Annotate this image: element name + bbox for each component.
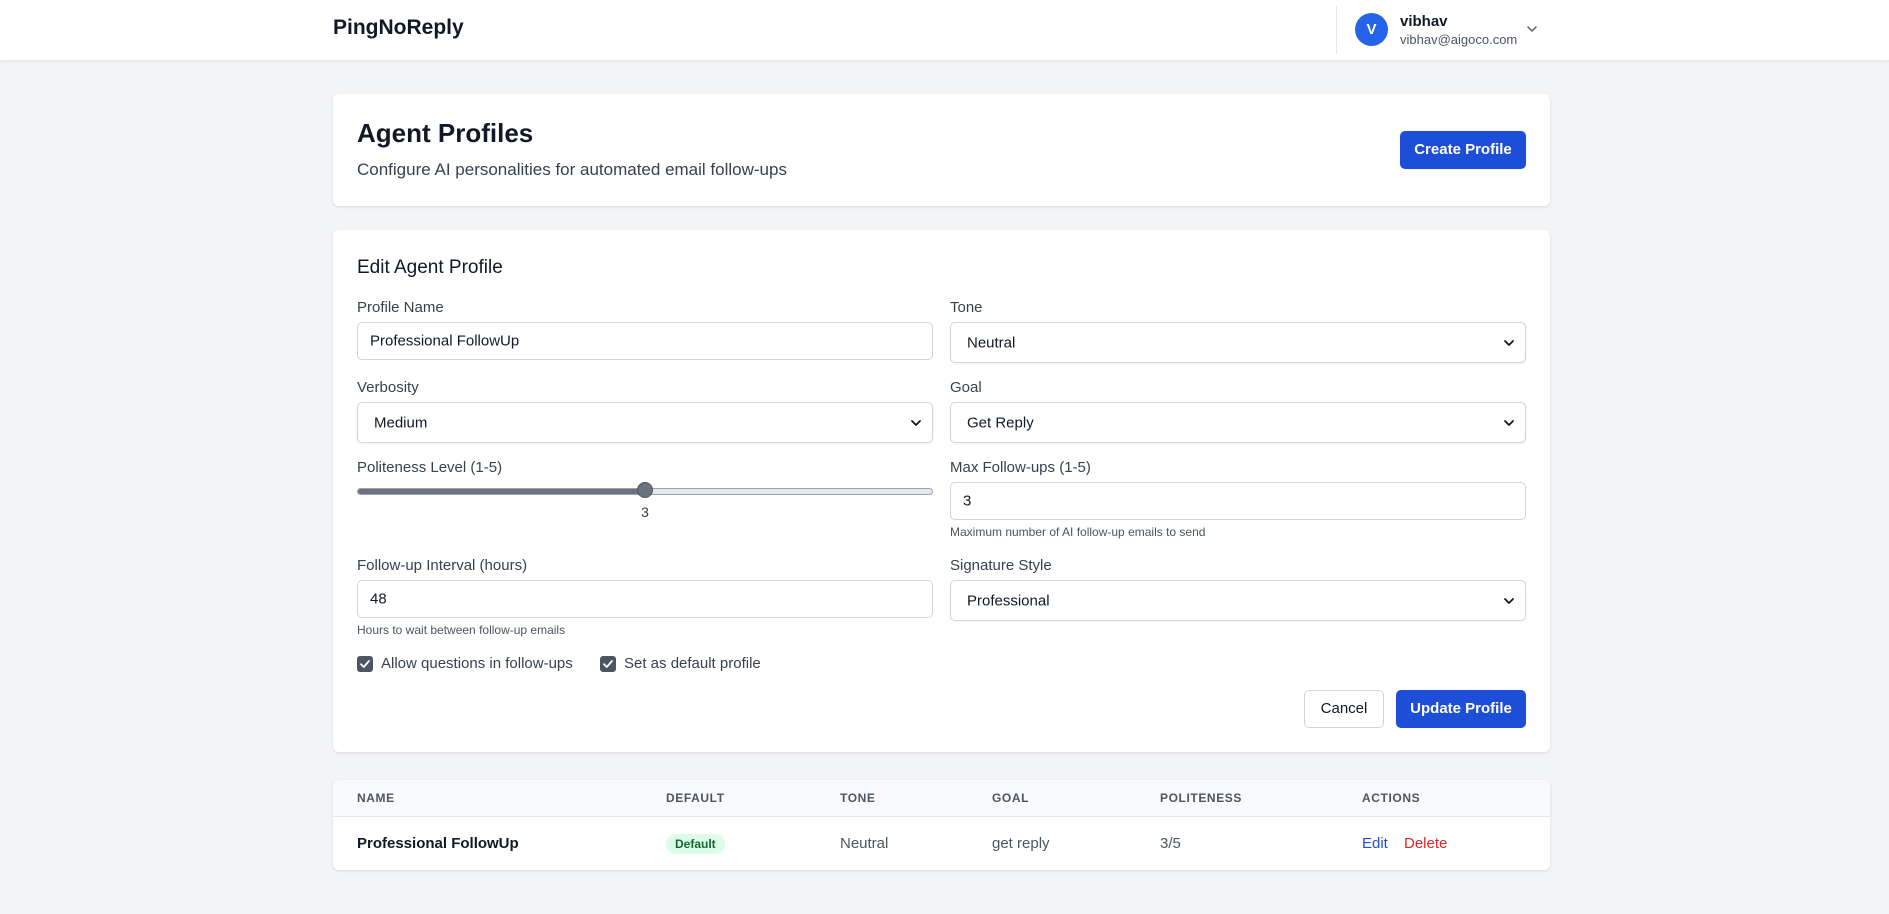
tone-label: Tone <box>950 299 983 316</box>
column-header-tone: TONE <box>840 791 876 805</box>
row-goal: get reply <box>992 835 1050 852</box>
signature-value: Professional <box>967 592 1050 609</box>
verbosity-select[interactable]: Medium <box>357 402 933 443</box>
max-followups-help: Maximum number of AI follow-up emails to… <box>950 525 1206 539</box>
column-header-politeness: POLITENESS <box>1160 791 1243 805</box>
politeness-slider-handle[interactable] <box>637 482 653 498</box>
interval-label: Follow-up Interval (hours) <box>357 557 528 574</box>
delete-link[interactable]: Delete <box>1404 835 1447 852</box>
form-title: Edit Agent Profile <box>357 257 503 278</box>
tone-value: Neutral <box>967 334 1016 351</box>
set-default-checkbox[interactable] <box>600 656 616 672</box>
tone-select[interactable]: Neutral <box>950 322 1526 363</box>
page-subtitle: Configure AI personalities for automated… <box>357 160 787 179</box>
max-followups-label: Max Follow-ups (1-5) <box>950 459 1091 476</box>
user-name: vibhav <box>1400 13 1448 30</box>
column-header-default: DEFAULT <box>666 791 725 805</box>
edit-link[interactable]: Edit <box>1362 835 1388 852</box>
chevron-down-icon <box>1504 419 1514 426</box>
chevron-down-icon <box>1504 597 1514 604</box>
profile-name-input[interactable]: Professional FollowUp <box>357 322 933 360</box>
profile-name-value: Professional FollowUp <box>370 332 520 350</box>
goal-select[interactable]: Get Reply <box>950 402 1526 443</box>
politeness-value: 3 <box>641 504 649 520</box>
politeness-label: Politeness Level (1-5) <box>357 459 503 476</box>
column-header-name: NAME <box>357 791 395 805</box>
column-header-actions: ACTIONS <box>1362 791 1421 805</box>
goal-value: Get Reply <box>967 414 1034 431</box>
edit-profile-form: Edit Agent Profile Profile Name Professi… <box>333 230 1550 752</box>
user-menu[interactable]: V vibhav vibhav@aigoco.com <box>1336 6 1556 54</box>
signature-select[interactable]: Professional <box>950 580 1526 621</box>
checkmark-icon <box>360 660 370 668</box>
profiles-table: NAME DEFAULT TONE GOAL POLITENESS ACTION… <box>333 780 1550 870</box>
interval-input[interactable]: 48 <box>357 580 933 618</box>
table-header: NAME DEFAULT TONE GOAL POLITENESS ACTION… <box>333 780 1550 817</box>
goal-label: Goal <box>950 379 982 396</box>
cancel-button[interactable]: Cancel <box>1304 690 1384 728</box>
chevron-down-icon[interactable] <box>1525 22 1539 36</box>
verbosity-label: Verbosity <box>357 379 419 396</box>
page-title: Agent Profiles <box>357 118 534 148</box>
top-navbar: PingNoReply V vibhav vibhav@aigoco.com <box>0 0 1889 61</box>
signature-label: Signature Style <box>950 557 1052 574</box>
max-followups-value: 3 <box>963 492 972 510</box>
chevron-down-icon <box>911 419 921 426</box>
politeness-slider-fill <box>358 489 646 494</box>
checkmark-icon <box>603 660 613 668</box>
page-header-card: Agent Profiles Configure AI personalitie… <box>333 94 1550 206</box>
status-badge: Default <box>666 834 725 854</box>
column-header-goal: GOAL <box>992 791 1030 805</box>
avatar[interactable]: V <box>1355 13 1388 46</box>
allow-questions-checkbox[interactable] <box>357 656 373 672</box>
set-default-label[interactable]: Set as default profile <box>624 655 761 672</box>
interval-value: 48 <box>370 590 387 608</box>
row-name: Professional FollowUp <box>357 835 519 852</box>
row-tone: Neutral <box>840 835 889 852</box>
row-politeness: 3/5 <box>1160 835 1181 852</box>
user-email: vibhav@aigoco.com <box>1400 32 1518 47</box>
chevron-down-icon <box>1504 339 1514 346</box>
profile-name-label: Profile Name <box>357 299 444 316</box>
brand-logo-text[interactable]: PingNoReply <box>333 16 464 40</box>
create-profile-button[interactable]: Create Profile <box>1400 131 1526 169</box>
max-followups-input[interactable]: 3 <box>950 482 1526 520</box>
update-profile-button[interactable]: Update Profile <box>1396 690 1526 728</box>
allow-questions-label[interactable]: Allow questions in follow-ups <box>381 655 573 672</box>
interval-help: Hours to wait between follow-up emails <box>357 623 566 637</box>
verbosity-value: Medium <box>374 414 428 431</box>
